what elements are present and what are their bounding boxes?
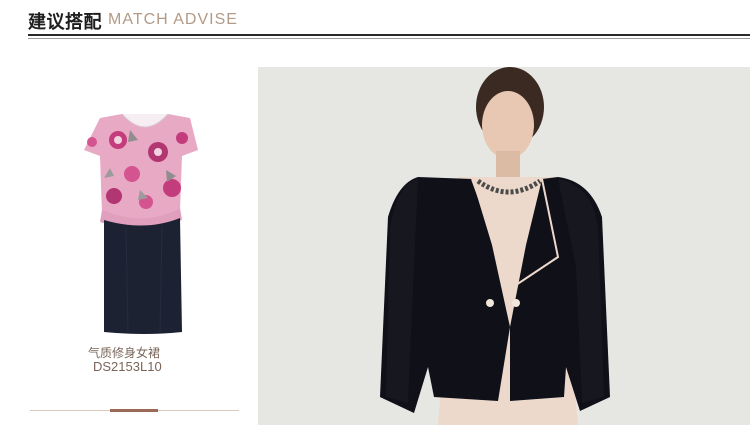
section-title-chinese: 建议搭配 <box>28 12 102 33</box>
header-divider-thick <box>28 34 750 36</box>
carousel-indicator[interactable] <box>110 409 158 412</box>
product-code[interactable]: DS2153L10 <box>93 360 162 373</box>
model-photo-image <box>258 67 750 425</box>
product-image-link[interactable] <box>70 110 220 350</box>
section-title-english: MATCH ADVISE <box>108 11 238 28</box>
model-photo <box>258 67 750 425</box>
header-divider-thin <box>28 38 750 39</box>
floral-dress-image <box>84 113 198 334</box>
section-header: 建议搭配 MATCH ADVISE <box>0 0 750 39</box>
